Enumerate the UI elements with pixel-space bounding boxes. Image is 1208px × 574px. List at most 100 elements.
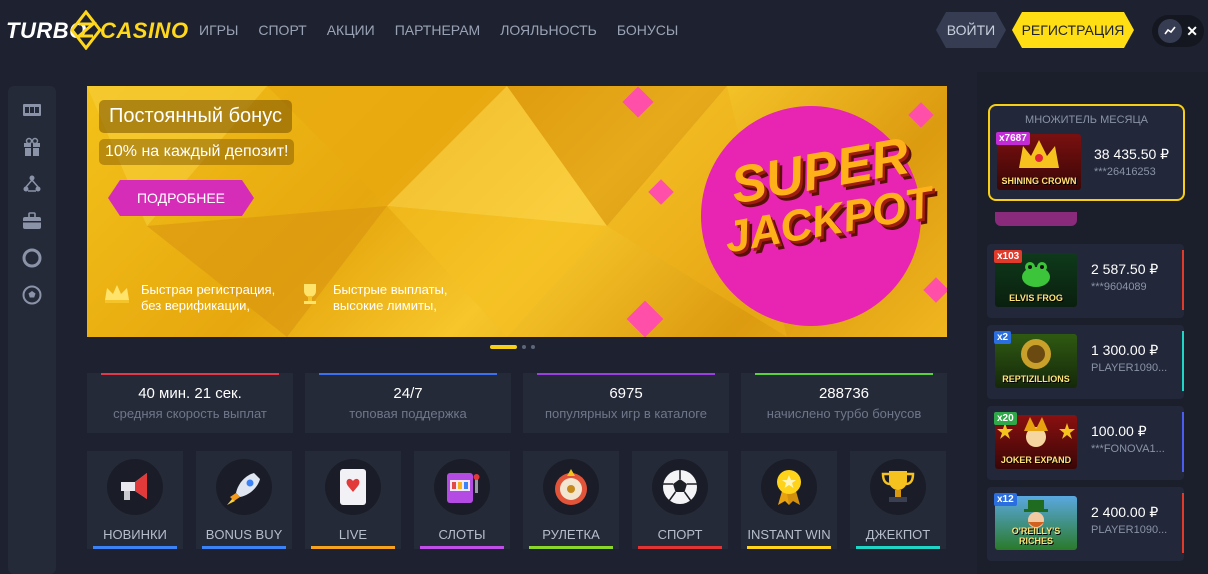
multiplier-badge: x7687 bbox=[996, 132, 1030, 145]
category-label: НОВИНКИ bbox=[103, 527, 167, 542]
banner-feature-registration: Быстрая регистрация, без верификации, bbox=[103, 282, 275, 314]
category-instant-win[interactable]: INSTANT WIN bbox=[741, 451, 837, 549]
nav-bonuses[interactable]: БОНУСЫ bbox=[617, 22, 678, 38]
banner-more-button[interactable]: ПОДРОБНЕЕ bbox=[108, 180, 254, 216]
win-user: PLAYER1090... bbox=[1091, 524, 1168, 536]
stat-accent-bar bbox=[755, 373, 933, 375]
win-amount: 2 587.50 ₽ bbox=[1091, 261, 1159, 277]
win-card[interactable]: REPTIZILLIONS x2 1 300.00 ₽ PLAYER1090..… bbox=[987, 325, 1184, 399]
category-label: СПОРТ bbox=[657, 527, 703, 542]
nav-partners[interactable]: ПАРТНЕРАМ bbox=[395, 22, 481, 38]
stat-description: начислено турбо бонусов bbox=[766, 406, 922, 421]
category-label: СЛОТЫ bbox=[438, 527, 486, 542]
multiplier-badge: x20 bbox=[994, 412, 1017, 425]
card-edge-accent bbox=[1182, 493, 1184, 553]
win-card[interactable]: O'REILLY'S RICHES x12 2 400.00 ₽ PLAYER1… bbox=[987, 487, 1184, 561]
win-user: ***FONOVA1... bbox=[1091, 443, 1165, 455]
category-underline bbox=[311, 546, 395, 549]
stat-description: средняя скорость выплат bbox=[113, 406, 267, 421]
category-label: LIVE bbox=[338, 527, 368, 542]
stat-payout-speed: 40 мин. 21 сек. средняя скорость выплат bbox=[87, 373, 293, 433]
win-user: ***9604089 bbox=[1091, 281, 1147, 293]
category-slots[interactable]: СЛОТЫ bbox=[414, 451, 510, 549]
stat-accent-bar bbox=[537, 373, 715, 375]
megaphone-icon bbox=[107, 459, 163, 515]
logo-emblem-icon bbox=[70, 10, 102, 50]
gift-icon[interactable] bbox=[22, 137, 42, 157]
logo-text-casino: CASINO bbox=[100, 18, 189, 43]
category-jackpot[interactable]: ДЖЕКПОТ bbox=[850, 451, 946, 549]
rocket-icon bbox=[216, 459, 272, 515]
category-underline bbox=[93, 546, 177, 549]
header: TURBO CASINO ИГРЫ СПОРТ АКЦИИ ПАРТНЕРАМ … bbox=[0, 0, 1208, 62]
register-button[interactable]: РЕГИСТРАЦИЯ bbox=[1012, 12, 1134, 48]
nav-sport[interactable]: СПОРТ bbox=[258, 22, 306, 38]
app-root: TURBO CASINO ИГРЫ СПОРТ АКЦИИ ПАРТНЕРАМ … bbox=[0, 0, 1208, 574]
playing-card-icon bbox=[325, 459, 381, 515]
lifebuoy-icon[interactable] bbox=[22, 248, 42, 268]
stat-description: топовая поддержка bbox=[349, 406, 467, 421]
game-name: JOKER EXPAND bbox=[1000, 455, 1072, 465]
win-amount: 1 300.00 ₽ bbox=[1091, 342, 1159, 358]
stat-accent-bar bbox=[319, 373, 497, 375]
category-underline bbox=[529, 546, 613, 549]
category-new[interactable]: НОВИНКИ bbox=[87, 451, 183, 549]
category-underline bbox=[856, 546, 940, 549]
left-sidebar bbox=[8, 86, 56, 574]
card-edge-accent bbox=[1182, 331, 1184, 391]
game-name: REPTIZILLIONS bbox=[1002, 374, 1070, 384]
category-underline bbox=[420, 546, 504, 549]
tournament-icon[interactable] bbox=[22, 174, 42, 194]
card-edge-accent bbox=[1182, 412, 1184, 472]
pagination-dot-active[interactable] bbox=[490, 345, 517, 349]
feature1-line2: без верификации, bbox=[141, 298, 251, 313]
banner-subtitle: 10% на каждый депозит! bbox=[99, 139, 295, 165]
win-amount: 38 435.50 ₽ bbox=[1094, 146, 1170, 162]
stat-turbo-bonuses: 288736 начислено турбо бонусов bbox=[741, 373, 947, 433]
multiplier-badge: x103 bbox=[994, 250, 1023, 263]
multiplier-badge: x2 bbox=[994, 331, 1012, 344]
promo-banner[interactable]: SUPER JACKPOT Постоянный бонус 10% на ка… bbox=[87, 86, 947, 337]
banner-title: Постоянный бонус bbox=[99, 100, 292, 133]
stat-value: 288736 bbox=[818, 385, 870, 402]
nav-loyalty[interactable]: ЛОЯЛЬНОСТЬ bbox=[500, 22, 597, 38]
category-label: BONUS BUY bbox=[205, 527, 283, 542]
win-user: PLAYER1090... bbox=[1091, 362, 1168, 374]
win-user: ***26416253 bbox=[1094, 166, 1156, 178]
chart-icon[interactable] bbox=[1158, 19, 1183, 43]
win-amount: 100.00 ₽ bbox=[1091, 423, 1147, 439]
category-live[interactable]: LIVE bbox=[305, 451, 401, 549]
pagination-dot[interactable] bbox=[531, 345, 535, 349]
crown-icon bbox=[105, 285, 129, 303]
game-name: O'REILLY'S RICHES bbox=[1011, 526, 1061, 546]
close-icon[interactable]: ✕ bbox=[1186, 23, 1198, 40]
category-roulette[interactable]: РУЛЕТКА bbox=[523, 451, 619, 549]
category-underline bbox=[202, 546, 286, 549]
stat-value: 40 мин. 21 сек. bbox=[138, 385, 242, 402]
nav-games[interactable]: ИГРЫ bbox=[199, 22, 238, 38]
stat-value: 24/7 bbox=[393, 385, 423, 402]
game-name: SHINING CROWN bbox=[1001, 176, 1077, 186]
win-amount: 2 400.00 ₽ bbox=[1091, 504, 1159, 520]
multiplier-header: МНОЖИТЕЛЬ МЕСЯЦА bbox=[1025, 114, 1148, 126]
briefcase-icon[interactable] bbox=[22, 211, 42, 231]
logo[interactable]: TURBO CASINO bbox=[6, 10, 188, 50]
win-card[interactable]: ELVIS FROG x103 2 587.50 ₽ ***9604089 bbox=[987, 244, 1184, 318]
slot-machine-icon bbox=[434, 459, 490, 515]
category-sport[interactable]: СПОРТ bbox=[632, 451, 728, 549]
banner-feature-payouts: Быстрые выплаты, высокие лимиты, bbox=[297, 282, 447, 314]
category-underline bbox=[638, 546, 722, 549]
multiplier-of-month-card[interactable]: МНОЖИТЕЛЬ МЕСЯЦА SHINING CROWN x7687 38 … bbox=[988, 104, 1185, 201]
category-bonus-buy[interactable]: BONUS BUY bbox=[196, 451, 292, 549]
stat-games-count: 6975 популярных игр в каталоге bbox=[523, 373, 729, 433]
pagination-dot[interactable] bbox=[522, 345, 526, 349]
header-controls: ✕ bbox=[1152, 15, 1204, 47]
stat-support: 24/7 топовая поддержка bbox=[305, 373, 511, 433]
win-card[interactable]: JOKER EXPAND x20 100.00 ₽ ***FONOVA1... bbox=[987, 406, 1184, 480]
login-button[interactable]: ВОЙТИ bbox=[936, 12, 1006, 48]
nav-promotions[interactable]: АКЦИИ bbox=[327, 22, 375, 38]
stat-accent-bar bbox=[101, 373, 279, 375]
category-underline bbox=[747, 546, 831, 549]
slots-icon[interactable] bbox=[22, 100, 42, 120]
soccer-ball-icon[interactable] bbox=[22, 285, 42, 305]
